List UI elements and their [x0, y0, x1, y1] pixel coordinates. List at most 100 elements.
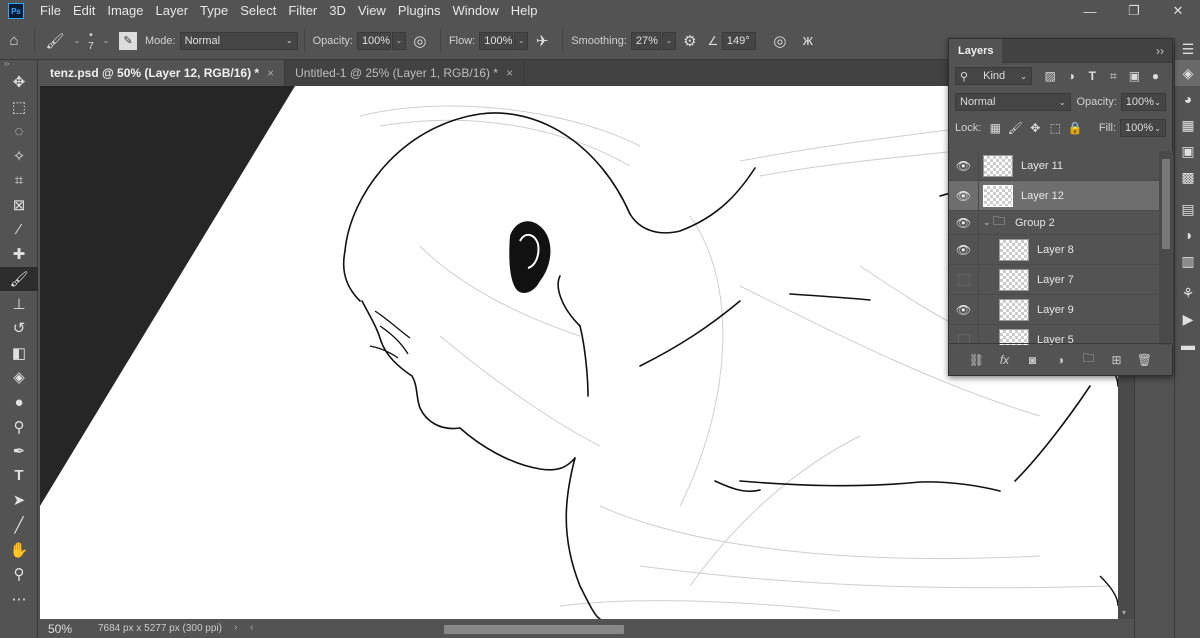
menu-type[interactable]: Type [194, 0, 234, 22]
document-info[interactable]: 7684 px x 5277 px (300 ppi) [98, 623, 238, 634]
flow-dropdown[interactable]: ⌄ [514, 31, 529, 50]
opacity-dropdown[interactable]: ⌄ [391, 31, 406, 50]
path-selection-tool-icon[interactable]: ➤ [0, 488, 38, 513]
eraser-tool-icon[interactable]: ◧ [0, 341, 38, 366]
layer-row-layer-5[interactable]: Layer 5 [949, 324, 1159, 345]
delete-layer-icon[interactable]: 🗑 [1136, 353, 1154, 367]
menu-image[interactable]: Image [101, 0, 149, 22]
marquee-tool-icon[interactable]: ⬚ [0, 95, 38, 120]
filter-shape-icon[interactable]: ⌗ [1103, 69, 1124, 84]
symmetry-butterfly-icon[interactable]: ж [794, 27, 822, 55]
zoom-level[interactable]: 50% [40, 622, 98, 636]
comments-panel-icon[interactable]: ▬ [1175, 332, 1200, 358]
layers-scrollbar[interactable] [1159, 151, 1173, 345]
menu-filter[interactable]: Filter [282, 0, 323, 22]
menu-edit[interactable]: Edit [67, 0, 101, 22]
lock-all-icon[interactable]: 🔒 [1065, 121, 1085, 135]
lock-pixels-icon[interactable]: 🖌 [1005, 121, 1025, 135]
airbrush-icon[interactable]: ✈ [528, 27, 556, 55]
eyedropper-tool-icon[interactable]: ⁄ [0, 218, 38, 243]
menu-select[interactable]: Select [234, 0, 282, 22]
crop-tool-icon[interactable]: ⌗ [0, 168, 38, 193]
canvas-horizontal-scrollbar[interactable]: › ‹ [234, 622, 1128, 635]
menu-help[interactable]: Help [505, 0, 544, 22]
history-brush-tool-icon[interactable]: ↺ [0, 316, 38, 341]
paint-bucket-tool-icon[interactable]: ◈ [0, 365, 38, 390]
pen-tool-icon[interactable]: ✒ [0, 439, 38, 464]
scroll-down-icon[interactable]: ▾ [1122, 608, 1126, 617]
menu-layer[interactable]: Layer [150, 0, 195, 22]
toolbar-collapse-icon[interactable]: ›› [0, 60, 37, 70]
eye-icon[interactable]: 👁 [949, 151, 979, 181]
eye-icon[interactable]: 👁 [949, 234, 979, 265]
home-icon[interactable]: ⌂ [0, 27, 28, 55]
healing-brush-tool-icon[interactable]: ✚ [0, 242, 38, 267]
brushes-panel-icon[interactable]: ⚘ [1175, 280, 1200, 306]
adjustment-layer-icon[interactable]: ◑ [1052, 353, 1070, 367]
tab-untitled-1[interactable]: Untitled-1 @ 25% (Layer 1, RGB/16) * × [285, 60, 525, 86]
scroll-left-icon[interactable]: ‹ [250, 622, 253, 633]
layer-row-layer-11[interactable]: 👁 Layer 11 [949, 151, 1159, 181]
close-icon[interactable]: × [267, 66, 274, 80]
scrollbar-thumb[interactable] [444, 624, 624, 634]
layers-panel-icon[interactable]: ◈ [1175, 60, 1200, 86]
blur-tool-icon[interactable]: ● [0, 390, 38, 415]
brush-size-indicator[interactable]: • 7 [84, 30, 98, 52]
channels-panel-icon[interactable]: ▥ [1175, 248, 1200, 274]
hand-tool-icon[interactable]: ✋ [0, 537, 38, 562]
layer-row-layer-12[interactable]: 👁 Layer 12 [949, 180, 1159, 211]
brush-preset-icon[interactable]: 🖌 [41, 27, 69, 55]
adjustments-panel-icon[interactable]: ◑ [1175, 222, 1200, 248]
filter-pixel-icon[interactable]: ▨ [1040, 69, 1061, 83]
new-group-icon[interactable]: 🗀 [1080, 349, 1098, 370]
angle-field[interactable]: 149° [721, 31, 756, 50]
minimize-button[interactable]: — [1068, 0, 1112, 22]
frame-tool-icon[interactable]: ⊠ [0, 193, 38, 218]
brush-size-dropdown[interactable]: ⌄ [99, 32, 113, 50]
fill-field[interactable]: 100% ⌄ [1120, 119, 1166, 137]
type-tool-icon[interactable]: T [0, 464, 38, 489]
close-icon[interactable]: × [506, 66, 513, 80]
filter-type-icon[interactable]: T [1082, 69, 1103, 83]
panel-menu-icon[interactable]: ☰ [1175, 38, 1200, 60]
pressure-size-icon[interactable]: ◎ [766, 27, 794, 55]
lock-position-icon[interactable]: ✥ [1025, 121, 1045, 135]
patterns-panel-icon[interactable]: ▩ [1175, 164, 1200, 190]
brush-preset-dropdown[interactable]: ⌄ [70, 32, 84, 50]
eye-icon[interactable]: 👁 [949, 210, 979, 235]
brush-settings-icon[interactable]: ✎ [119, 31, 137, 50]
restore-button[interactable]: ❐ [1112, 0, 1156, 22]
close-window-button[interactable]: ✕ [1156, 0, 1200, 22]
zoom-tool-icon[interactable]: ⚲ [0, 562, 38, 587]
menu-view[interactable]: View [352, 0, 392, 22]
dodge-tool-icon[interactable]: ⚲ [0, 414, 38, 439]
visibility-toggle[interactable] [949, 264, 979, 295]
layer-row-layer-9[interactable]: 👁 Layer 9 [949, 294, 1159, 325]
menu-3d[interactable]: 3D [323, 0, 352, 22]
properties-panel-icon[interactable]: ▤ [1175, 196, 1200, 222]
filter-smart-object-icon[interactable]: ▣ [1124, 69, 1145, 83]
menu-window[interactable]: Window [446, 0, 504, 22]
mode-select[interactable]: Normal ⌄ [179, 31, 298, 50]
actions-panel-icon[interactable]: ▶ [1175, 306, 1200, 332]
gradients-panel-icon[interactable]: ▣ [1175, 138, 1200, 164]
lock-transparency-icon[interactable]: ▦ [985, 121, 1005, 135]
layer-row-group-2[interactable]: 👁 ⌄ 🗀 Group 2 [949, 210, 1159, 235]
menu-plugins[interactable]: Plugins [392, 0, 447, 22]
pressure-opacity-icon[interactable]: ◎ [406, 27, 434, 55]
menu-file[interactable]: File [34, 0, 67, 22]
gear-icon[interactable]: ⚙ [676, 27, 704, 55]
lasso-tool-icon[interactable]: ◌ [0, 119, 38, 144]
blend-mode-select[interactable]: Normal ⌄ [955, 93, 1071, 111]
filter-toggle-icon[interactable]: ● [1145, 69, 1166, 83]
chevron-right-icon[interactable]: › [234, 622, 237, 633]
filter-adjustment-icon[interactable]: ◑ [1061, 69, 1082, 83]
flow-field[interactable]: 100% [479, 31, 514, 50]
quick-select-tool-icon[interactable]: ✧ [0, 144, 38, 169]
color-panel-icon[interactable]: ◕ [1175, 86, 1200, 112]
add-mask-icon[interactable]: ◙ [1024, 353, 1042, 367]
scrollbar-thumb[interactable] [1162, 159, 1170, 249]
layer-row-layer-7[interactable]: Layer 7 [949, 264, 1159, 295]
layer-style-icon[interactable]: fx [996, 353, 1014, 367]
clone-stamp-tool-icon[interactable]: ⊥ [0, 291, 38, 316]
